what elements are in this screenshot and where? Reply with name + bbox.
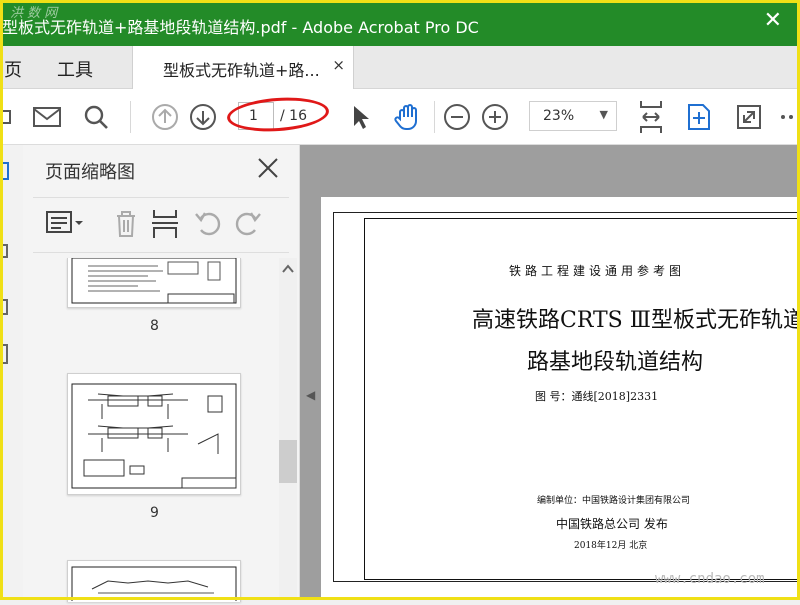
thumbnail-label: 9 [150,505,159,521]
rotate-left-icon[interactable] [193,208,223,238]
close-icon[interactable] [257,157,279,179]
publisher: 中国铁路总公司 发布 [556,517,668,531]
previous-page-icon[interactable] [150,89,180,144]
rotate-right-icon[interactable] [233,208,263,238]
annotation-ellipse [225,94,331,135]
zoom-select[interactable]: 23% ▼ [529,101,617,131]
title-bar: 洪 数 网 型板式无砟轨道+路基地段轨道结构.pdf - Adobe Acrob… [0,0,800,46]
fit-page-icon[interactable] [684,89,714,144]
tab-label: 型板式无砟轨道+路... [163,61,320,80]
site-watermark: www.cndao.com [655,571,765,587]
navigation-icons[interactable] [0,145,23,375]
search-icon[interactable] [80,89,112,144]
hand-tool-icon[interactable] [392,89,424,144]
chevron-down-icon: ▼ [599,108,608,121]
menu-home[interactable]: 页 [4,56,22,82]
compiling-unit: 编制单位：中国铁路设计集团有限公司 [537,496,691,506]
doc-title-line2: 路基地段轨道结构 [527,350,704,375]
doc-caption: 铁路工程建设通用参考图 [509,264,686,278]
scrollbar-thumb[interactable] [279,440,297,483]
panel-scrollbar[interactable] [279,258,297,598]
tab-close-button[interactable]: × [332,56,345,74]
zoom-out-icon[interactable] [442,89,472,144]
page-thumbnail-8[interactable] [67,257,241,308]
mail-icon[interactable] [30,89,64,144]
document-tab[interactable]: 型板式无砟轨道+路... × [132,46,354,89]
insert-pages-icon[interactable] [151,208,179,240]
toolbar-separator [434,101,435,133]
thumbnail-label: 8 [150,318,159,334]
window-title: 型板式无砟轨道+路基地段轨道结构.pdf - Adobe Acrobat Pro… [2,18,479,37]
next-page-icon[interactable] [188,89,218,144]
zoom-value: 23% [543,108,575,124]
panel-title: 页面缩略图 [45,162,135,183]
print-icon[interactable] [0,89,14,144]
panel-toolbar [33,197,289,253]
page-thumbnail-9[interactable] [67,373,241,495]
page-thumbnail-10[interactable] [67,560,241,605]
fullscreen-icon[interactable] [734,89,764,144]
menu-tools[interactable]: 工具 [57,56,93,82]
more-tools-icon[interactable] [778,89,800,144]
drawing-number: 图 号：通线[2018]2331 [535,390,659,403]
thumbnail-options-icon[interactable] [45,208,85,238]
delete-icon[interactable] [111,208,141,240]
publish-date: 2018年12月 北京 [574,541,648,551]
select-pointer-icon[interactable] [346,89,374,144]
tab-bar: 页 工具 [0,46,800,89]
left-navigation-strip [0,145,23,600]
toolbar-separator [130,101,131,133]
zoom-in-icon[interactable] [480,89,510,144]
toolbar: 1 / 16 23% ▼ [0,89,800,145]
window-close-button[interactable]: ✕ [764,10,782,32]
collapse-panel-icon[interactable]: ◀ [306,388,315,402]
page-fit-icon[interactable] [636,89,666,144]
doc-title-line1: 高速铁路CRTS Ⅲ型板式无砟轨道 [472,308,800,333]
